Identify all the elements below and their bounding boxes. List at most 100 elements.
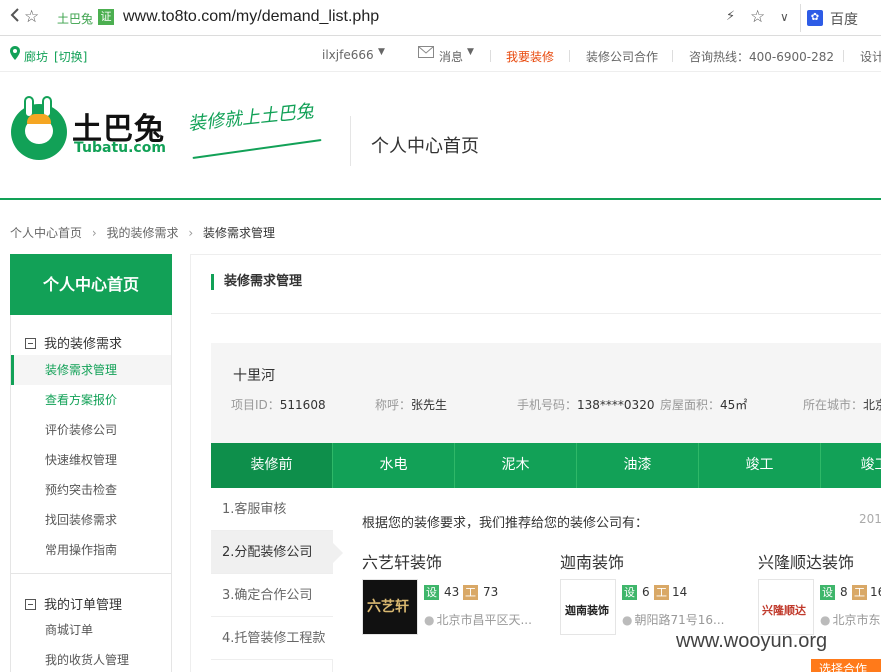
sidebar-item-recipients[interactable]: 我的收货人管理: [11, 645, 171, 672]
substep-assign[interactable]: 2.分配装修公司: [211, 531, 343, 574]
breadcrumb: 个人中心首页 › 我的装修需求 › 装修需求管理: [10, 224, 275, 241]
bookmark-star-icon[interactable]: ☆: [750, 7, 765, 27]
switch-city-link[interactable]: [切换]: [54, 48, 87, 65]
design-count: 8: [840, 585, 848, 599]
sidebar-group-orders[interactable]: 我的订单管理: [25, 594, 122, 613]
sidebar-item-quotes[interactable]: 查看方案报价: [11, 385, 171, 415]
substep-escrow[interactable]: 4.托管装修工程款: [211, 617, 333, 660]
work-count: 73: [483, 585, 499, 599]
url-input[interactable]: www.to8to.com/my/demand_list.php: [123, 8, 379, 26]
sidebar-item-mall-orders[interactable]: 商城订单: [11, 615, 171, 645]
company-name[interactable]: 兴隆顺达装饰: [758, 549, 854, 573]
select-cooperation-button[interactable]: 选择合作: [811, 659, 881, 672]
company-card[interactable]: 迦南装饰 迦南装饰 设 6 工 14 ● 朝阳路71号16...: [560, 549, 760, 639]
section-divider: [211, 313, 881, 314]
project-area: 房屋面积：45㎡: [660, 398, 748, 412]
stage-tabs: 装修前 水电 泥木 油漆 竣工 竣工后: [211, 443, 881, 488]
nav-divider: [672, 50, 673, 62]
design-tag: 设: [424, 585, 439, 600]
sidebar-home[interactable]: 个人中心首页: [10, 254, 172, 315]
chevron-down-icon: ▼: [467, 47, 474, 57]
company-logo-text: 迦南装饰: [565, 604, 609, 617]
tab-before-decor[interactable]: 装修前: [211, 443, 333, 488]
cooperation-link[interactable]: 装修公司合作: [586, 48, 658, 65]
nav-divider: [569, 50, 570, 62]
page-title: 个人中心首页: [371, 136, 479, 157]
sidebar-group-decor[interactable]: 我的装修需求: [25, 333, 122, 352]
company-address: ● 朝阳路71号16...: [622, 613, 725, 627]
company-name[interactable]: 六艺轩装饰: [362, 549, 442, 573]
design-count: 6: [642, 585, 650, 599]
design-link[interactable]: 设计: [860, 48, 881, 65]
tab-after-completion[interactable]: 竣工后: [821, 443, 881, 488]
tab-plumbing[interactable]: 水电: [333, 443, 455, 488]
design-count: 43: [444, 585, 460, 599]
work-tag: 工: [654, 585, 669, 600]
location-pin-icon: ●: [424, 613, 435, 627]
city-label: 廊坊: [24, 50, 49, 64]
location-pin-icon: ●: [622, 613, 633, 627]
chevron-right-icon: ›: [188, 226, 194, 240]
nav-divider: [843, 50, 844, 62]
baidu-paw-icon: ✿: [807, 10, 823, 26]
dropdown-icon[interactable]: ∨: [780, 7, 789, 27]
tab-masonry[interactable]: 泥木: [455, 443, 577, 488]
project-info: 十里河 项目ID：511608 称呼：张先生 手机号码：138****0320 …: [211, 343, 881, 443]
site-name: 土巴兔: [57, 12, 94, 26]
project-name: 十里河: [233, 368, 275, 384]
work-count: 14: [672, 585, 688, 599]
work-count: 16: [870, 585, 881, 599]
company-name[interactable]: 迦南装饰: [560, 549, 624, 573]
tab-completion[interactable]: 竣工: [699, 443, 821, 488]
search-box[interactable]: ✿ 百度: [800, 4, 881, 32]
main-panel: 装修需求管理 十里河 项目ID：511608 称呼：张先生 手机号码：138**…: [190, 254, 881, 672]
recommend-text: 根据您的装修要求，我们推荐给您的装修公司有：: [362, 516, 649, 531]
company-logo-text: 兴隆顺达: [762, 604, 806, 617]
company-address: ● 北京市东: [820, 613, 881, 627]
header-divider: [350, 116, 351, 166]
breadcrumb-item[interactable]: 个人中心首页: [10, 224, 82, 241]
project-city: 所在城市：北京: [803, 398, 881, 412]
substep-review[interactable]: 1.客服审核: [211, 488, 333, 531]
lightning-icon[interactable]: ⚡: [726, 7, 735, 27]
site-top-nav: 廊坊 [切换] ilxjfe666 ▼ 消息 ▼ 我要装修 装修公司合作 咨询热…: [0, 37, 881, 72]
messages-menu[interactable]: 消息: [439, 48, 463, 65]
recommend-date: 201: [859, 512, 881, 526]
work-tag: 工: [852, 585, 867, 600]
logo-domain[interactable]: Tubatu.com: [74, 140, 166, 156]
want-decor-link[interactable]: 我要装修: [506, 48, 554, 65]
project-contact: 称呼：张先生: [375, 398, 448, 412]
company-logo[interactable]: 六艺轩: [362, 579, 418, 635]
star-icon[interactable]: ☆: [24, 7, 39, 27]
sidebar-item-recover[interactable]: 找回装修需求: [11, 505, 171, 535]
breadcrumb-item[interactable]: 我的装修需求: [106, 224, 178, 241]
design-tag: 设: [622, 585, 637, 600]
company-logo[interactable]: 兴隆顺达: [758, 579, 814, 635]
project-phone: 手机号码：138****0320: [517, 398, 655, 412]
company-address: ● 北京市昌平区天...: [424, 613, 532, 627]
sidebar-item-rights[interactable]: 快速维权管理: [11, 445, 171, 475]
sidebar-divider: [11, 573, 171, 574]
cert-badge[interactable]: 证: [98, 9, 114, 25]
back-icon[interactable]: [8, 7, 22, 27]
substep-list: 1.客服审核 2.分配装修公司 3.确定合作公司 4.托管装修工程款: [211, 488, 343, 672]
company-card[interactable]: 兴隆顺达装饰 兴隆顺达 设 8 工 16 ●北京市东: [758, 549, 881, 639]
company-logo-text: 六艺轩: [367, 599, 409, 615]
sidebar-item-inspection[interactable]: 预约突击检查: [11, 475, 171, 505]
nav-divider: [490, 50, 491, 62]
slogan: 装修就上土巴兔: [187, 100, 315, 135]
browser-address-bar: ☆ 土巴兔 证 www.to8to.com/my/demand_list.php…: [0, 0, 881, 36]
sidebar-item-review[interactable]: 评价装修公司: [11, 415, 171, 445]
search-engine-label: 百度: [830, 12, 858, 28]
sidebar-item-demand-manage[interactable]: 装修需求管理: [11, 355, 171, 385]
location-pin-icon: ●: [820, 613, 831, 627]
company-logo[interactable]: 迦南装饰: [560, 579, 616, 635]
sidebar-item-guide[interactable]: 常用操作指南: [11, 535, 171, 565]
sidebar-menu: 我的装修需求 装修需求管理 查看方案报价 评价装修公司 快速维权管理 预约突击检…: [10, 315, 172, 672]
rabbit-logo-icon[interactable]: [11, 96, 67, 160]
sidebar: 个人中心首页 我的装修需求 装修需求管理 查看方案报价 评价装修公司 快速维权管…: [10, 254, 172, 672]
company-card[interactable]: 六艺轩装饰 六艺轩 设 43 工 73 ● 北京市昌平区天...: [362, 549, 562, 639]
username-menu[interactable]: ilxjfe666: [322, 48, 374, 62]
substep-confirm[interactable]: 3.确定合作公司: [211, 574, 333, 617]
tab-painting[interactable]: 油漆: [577, 443, 699, 488]
